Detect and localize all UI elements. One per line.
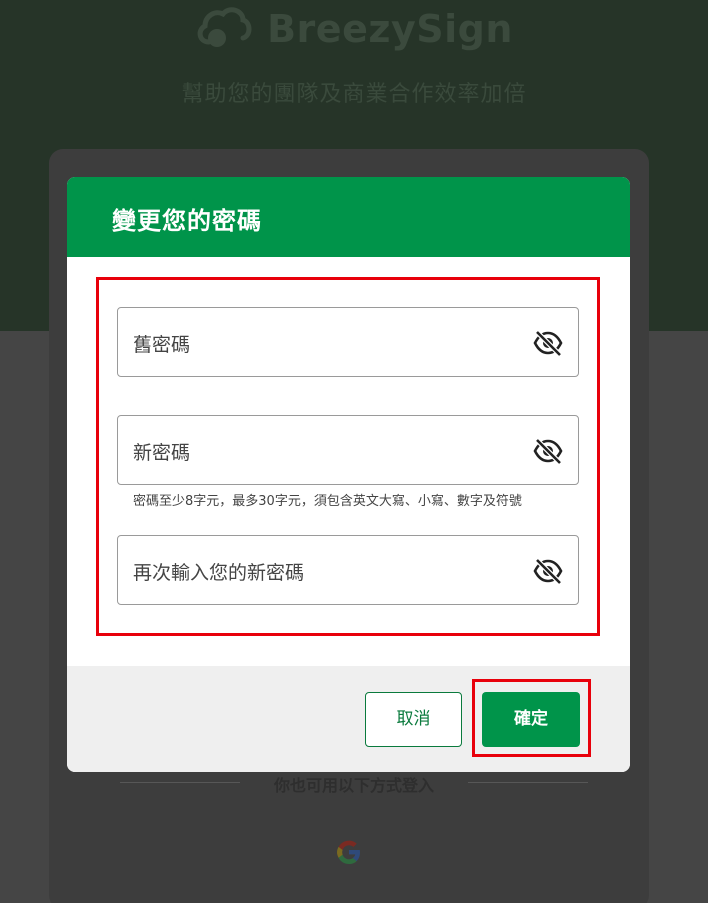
breezysign-logo-icon bbox=[197, 7, 252, 47]
page: BreezySign 幫助您的團隊及商業合作效率加倍 你也可用以下方式登入 變更… bbox=[0, 0, 708, 903]
confirm-button[interactable]: 確定 bbox=[482, 692, 580, 747]
google-icon[interactable] bbox=[333, 836, 365, 868]
new-password-field[interactable]: 新密碼 bbox=[117, 415, 579, 485]
eye-off-icon[interactable] bbox=[533, 329, 563, 357]
alt-login-divider: 你也可用以下方式登入 bbox=[120, 770, 588, 796]
eye-off-icon[interactable] bbox=[533, 557, 563, 585]
change-password-dialog: 變更您的密碼 舊密碼 新密碼 密碼至少8字元，最多30字元，須包含英文大寫、小寫… bbox=[67, 177, 630, 772]
confirm-password-placeholder: 再次輸入您的新密碼 bbox=[133, 562, 305, 584]
dialog-footer: 取消 確定 bbox=[67, 666, 630, 772]
tagline: 幫助您的團隊及商業合作效率加倍 bbox=[181, 82, 527, 107]
new-password-placeholder: 新密碼 bbox=[133, 442, 191, 464]
confirm-password-field[interactable]: 再次輸入您的新密碼 bbox=[117, 535, 579, 605]
cancel-button[interactable]: 取消 bbox=[365, 692, 462, 747]
brand-name: BreezySign bbox=[267, 7, 513, 51]
password-hint: 密碼至少8字元，最多30字元，須包含英文大寫、小寫、數字及符號 bbox=[133, 494, 522, 509]
alt-login-text: 你也可用以下方式登入 bbox=[273, 776, 434, 795]
divider-line-right bbox=[468, 782, 588, 783]
old-password-placeholder: 舊密碼 bbox=[133, 334, 191, 356]
old-password-field[interactable]: 舊密碼 bbox=[117, 307, 579, 377]
brand: BreezySign bbox=[0, 6, 708, 56]
dialog-header: 變更您的密碼 bbox=[67, 177, 630, 257]
eye-off-icon[interactable] bbox=[533, 437, 563, 465]
dialog-title: 變更您的密碼 bbox=[112, 207, 262, 235]
